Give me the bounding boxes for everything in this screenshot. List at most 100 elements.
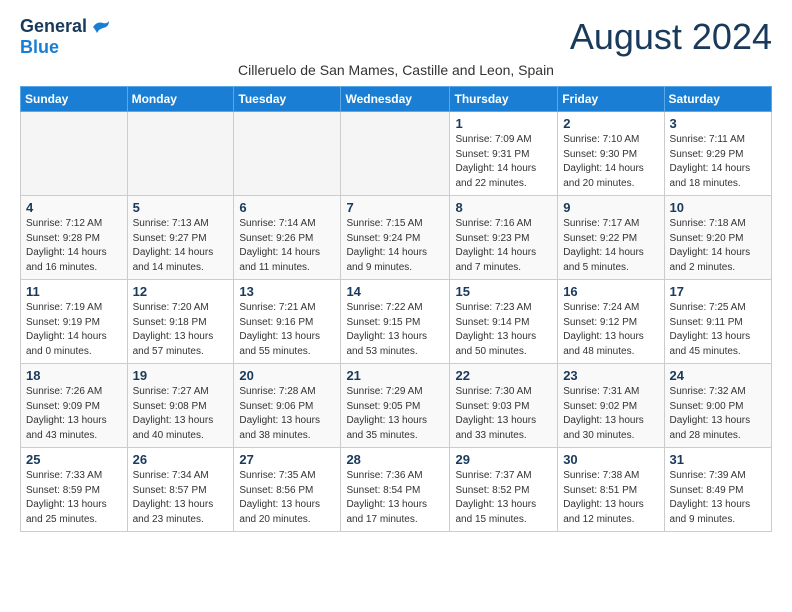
calendar-cell: 23Sunrise: 7:31 AM Sunset: 9:02 PM Dayli… <box>558 364 664 448</box>
calendar-cell: 7Sunrise: 7:15 AM Sunset: 9:24 PM Daylig… <box>341 196 450 280</box>
day-info: Sunrise: 7:14 AM Sunset: 9:26 PM Dayligh… <box>239 217 335 275</box>
weekday-header-monday: Monday <box>127 87 234 112</box>
calendar-cell <box>234 112 341 196</box>
title-block: August 2024 <box>570 16 772 58</box>
day-info: Sunrise: 7:36 AM Sunset: 8:54 PM Dayligh… <box>346 469 444 527</box>
day-number: 18 <box>26 368 122 383</box>
day-info: Sunrise: 7:26 AM Sunset: 9:09 PM Dayligh… <box>26 385 122 443</box>
day-number: 16 <box>563 284 658 299</box>
calendar-cell: 25 Sunrise: 7:33 AM Sunset: 8:59 PM Dayli… <box>21 448 128 532</box>
day-number: 4 <box>26 200 122 215</box>
calendar-week-1: 4 Sunrise: 7:12 AM Sunset: 9:28 PM Daylig… <box>21 196 772 280</box>
day-info: Sunrise: 7:27 AM Sunset: 9:08 PM Dayligh… <box>133 385 229 443</box>
calendar-week-3: 18 Sunrise: 7:26 AM Sunset: 9:09 PM Dayli… <box>21 364 772 448</box>
page: General Blue August 2024 Cilleruelo de S… <box>0 0 792 548</box>
day-info: Sunrise: 7:22 AM Sunset: 9:15 PM Dayligh… <box>346 301 444 359</box>
weekday-header-saturday: Saturday <box>664 87 771 112</box>
logo-bird-icon <box>89 19 111 35</box>
calendar-cell: 8Sunrise: 7:16 AM Sunset: 9:23 PM Daylig… <box>450 196 558 280</box>
day-info: Sunrise: 7:19 AM Sunset: 9:19 PM Dayligh… <box>26 301 122 359</box>
day-number: 11 <box>26 284 122 299</box>
weekday-header-sunday: Sunday <box>21 87 128 112</box>
day-info: Sunrise: 7:23 AM Sunset: 9:14 PM Dayligh… <box>455 301 552 359</box>
day-info: Sunrise: 7:28 AM Sunset: 9:06 PM Dayligh… <box>239 385 335 443</box>
calendar-cell: 13Sunrise: 7:21 AM Sunset: 9:16 PM Dayli… <box>234 280 341 364</box>
day-info: Sunrise: 7:09 AM Sunset: 9:31 PM Dayligh… <box>455 133 552 191</box>
day-number: 8 <box>455 200 552 215</box>
day-number: 3 <box>670 116 766 131</box>
day-number: 7 <box>346 200 444 215</box>
weekday-header-tuesday: Tuesday <box>234 87 341 112</box>
day-info: Sunrise: 7:21 AM Sunset: 9:16 PM Dayligh… <box>239 301 335 359</box>
calendar-cell: 24Sunrise: 7:32 AM Sunset: 9:00 PM Dayli… <box>664 364 771 448</box>
calendar-cell: 15 Sunrise: 7:23 AM Sunset: 9:14 PM Dayli… <box>450 280 558 364</box>
day-number: 21 <box>346 368 444 383</box>
calendar-cell: 27Sunrise: 7:35 AM Sunset: 8:56 PM Dayli… <box>234 448 341 532</box>
day-info: Sunrise: 7:10 AM Sunset: 9:30 PM Dayligh… <box>563 133 658 191</box>
calendar-cell: 30Sunrise: 7:38 AM Sunset: 8:51 PM Dayli… <box>558 448 664 532</box>
day-number: 9 <box>563 200 658 215</box>
day-info: Sunrise: 7:32 AM Sunset: 9:00 PM Dayligh… <box>670 385 766 443</box>
calendar-cell: 17 Sunrise: 7:25 AM Sunset: 9:11 PM Dayli… <box>664 280 771 364</box>
day-number: 10 <box>670 200 766 215</box>
calendar: SundayMondayTuesdayWednesdayThursdayFrid… <box>20 86 772 532</box>
day-info: Sunrise: 7:20 AM Sunset: 9:18 PM Dayligh… <box>133 301 229 359</box>
calendar-week-4: 25 Sunrise: 7:33 AM Sunset: 8:59 PM Dayli… <box>21 448 772 532</box>
day-info: Sunrise: 7:17 AM Sunset: 9:22 PM Dayligh… <box>563 217 658 275</box>
calendar-cell: 14 Sunrise: 7:22 AM Sunset: 9:15 PM Dayli… <box>341 280 450 364</box>
day-number: 15 <box>455 284 552 299</box>
day-info: Sunrise: 7:24 AM Sunset: 9:12 PM Dayligh… <box>563 301 658 359</box>
day-info: Sunrise: 7:18 AM Sunset: 9:20 PM Dayligh… <box>670 217 766 275</box>
calendar-cell <box>341 112 450 196</box>
calendar-cell: 26 Sunrise: 7:34 AM Sunset: 8:57 PM Dayli… <box>127 448 234 532</box>
calendar-cell: 5 Sunrise: 7:13 AM Sunset: 9:27 PM Daylig… <box>127 196 234 280</box>
day-info: Sunrise: 7:11 AM Sunset: 9:29 PM Dayligh… <box>670 133 766 191</box>
calendar-cell: 11 Sunrise: 7:19 AM Sunset: 9:19 PM Dayli… <box>21 280 128 364</box>
calendar-cell <box>21 112 128 196</box>
calendar-cell: 19 Sunrise: 7:27 AM Sunset: 9:08 PM Dayli… <box>127 364 234 448</box>
calendar-cell <box>127 112 234 196</box>
calendar-cell: 18 Sunrise: 7:26 AM Sunset: 9:09 PM Dayli… <box>21 364 128 448</box>
calendar-cell: 6 Sunrise: 7:14 AM Sunset: 9:26 PM Daylig… <box>234 196 341 280</box>
day-number: 17 <box>670 284 766 299</box>
day-info: Sunrise: 7:25 AM Sunset: 9:11 PM Dayligh… <box>670 301 766 359</box>
day-number: 14 <box>346 284 444 299</box>
day-info: Sunrise: 7:29 AM Sunset: 9:05 PM Dayligh… <box>346 385 444 443</box>
calendar-week-2: 11 Sunrise: 7:19 AM Sunset: 9:19 PM Dayli… <box>21 280 772 364</box>
day-info: Sunrise: 7:33 AM Sunset: 8:59 PM Dayligh… <box>26 469 122 527</box>
day-number: 23 <box>563 368 658 383</box>
weekday-header-thursday: Thursday <box>450 87 558 112</box>
calendar-cell: 10 Sunrise: 7:18 AM Sunset: 9:20 PM Dayli… <box>664 196 771 280</box>
day-number: 31 <box>670 452 766 467</box>
calendar-cell: 3 Sunrise: 7:11 AM Sunset: 9:29 PM Daylig… <box>664 112 771 196</box>
weekday-header-wednesday: Wednesday <box>341 87 450 112</box>
day-info: Sunrise: 7:12 AM Sunset: 9:28 PM Dayligh… <box>26 217 122 275</box>
logo: General Blue <box>20 16 111 58</box>
day-info: Sunrise: 7:35 AM Sunset: 8:56 PM Dayligh… <box>239 469 335 527</box>
day-info: Sunrise: 7:13 AM Sunset: 9:27 PM Dayligh… <box>133 217 229 275</box>
calendar-cell: 16 Sunrise: 7:24 AM Sunset: 9:12 PM Dayli… <box>558 280 664 364</box>
day-number: 6 <box>239 200 335 215</box>
day-info: Sunrise: 7:39 AM Sunset: 8:49 PM Dayligh… <box>670 469 766 527</box>
day-number: 12 <box>133 284 229 299</box>
calendar-cell: 20 Sunrise: 7:28 AM Sunset: 9:06 PM Dayli… <box>234 364 341 448</box>
day-number: 19 <box>133 368 229 383</box>
calendar-cell: 9 Sunrise: 7:17 AM Sunset: 9:22 PM Daylig… <box>558 196 664 280</box>
day-number: 20 <box>239 368 335 383</box>
calendar-cell: 4 Sunrise: 7:12 AM Sunset: 9:28 PM Daylig… <box>21 196 128 280</box>
calendar-cell: 28 Sunrise: 7:36 AM Sunset: 8:54 PM Dayli… <box>341 448 450 532</box>
day-number: 26 <box>133 452 229 467</box>
calendar-cell: 2Sunrise: 7:10 AM Sunset: 9:30 PM Daylig… <box>558 112 664 196</box>
weekday-header-friday: Friday <box>558 87 664 112</box>
calendar-cell: 1Sunrise: 7:09 AM Sunset: 9:31 PM Daylig… <box>450 112 558 196</box>
day-number: 28 <box>346 452 444 467</box>
day-info: Sunrise: 7:30 AM Sunset: 9:03 PM Dayligh… <box>455 385 552 443</box>
calendar-header-row: SundayMondayTuesdayWednesdayThursdayFrid… <box>21 87 772 112</box>
day-number: 25 <box>26 452 122 467</box>
calendar-cell: 21 Sunrise: 7:29 AM Sunset: 9:05 PM Dayli… <box>341 364 450 448</box>
day-number: 22 <box>455 368 552 383</box>
day-number: 5 <box>133 200 229 215</box>
calendar-cell: 29Sunrise: 7:37 AM Sunset: 8:52 PM Dayli… <box>450 448 558 532</box>
logo-general: General <box>20 16 87 37</box>
day-info: Sunrise: 7:34 AM Sunset: 8:57 PM Dayligh… <box>133 469 229 527</box>
